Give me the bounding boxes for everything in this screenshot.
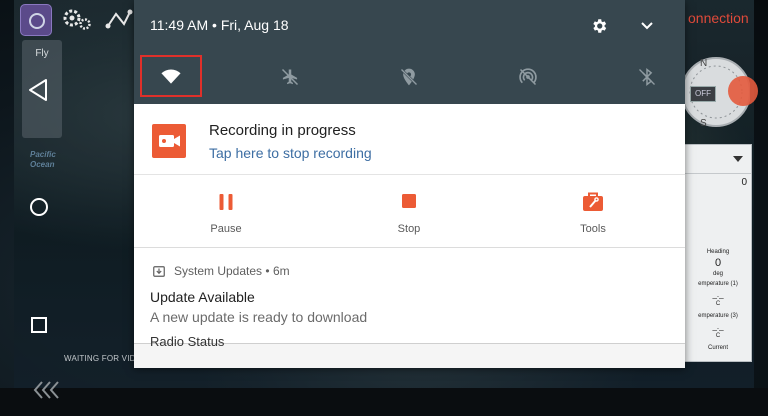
- recents-icon[interactable]: [24, 310, 54, 340]
- telemetry-top-value: 0: [741, 177, 747, 188]
- stop-label: Stop: [397, 223, 421, 235]
- recording-title: Recording in progress: [209, 122, 356, 139]
- telemetry-value: _._: [712, 322, 724, 331]
- pause-icon: [219, 194, 233, 210]
- telemetry-value: _._: [712, 290, 724, 299]
- clock-date-text: Fri, Aug 18: [220, 17, 289, 33]
- telemetry-panel: 0 Heading 0 deg emperature (1) _._ C emp…: [684, 144, 752, 362]
- clock-date[interactable]: 11:49 AM • Fri, Aug 18: [150, 17, 289, 33]
- stop-recording-link[interactable]: Tap here to stop recording: [209, 145, 372, 161]
- back-icon[interactable]: [24, 75, 54, 105]
- pause-button[interactable]: Pause: [166, 190, 286, 235]
- airplane-mode-off-icon: [281, 68, 299, 86]
- telemetry-select[interactable]: [685, 145, 751, 174]
- bluetooth-off-icon: [639, 67, 655, 87]
- system-nav-bar: [0, 0, 70, 416]
- telemetry-unit: C: [715, 301, 721, 307]
- quick-settings-header: 11:49 AM • Fri, Aug 18: [134, 0, 685, 104]
- qs-tile-hotspot[interactable]: [508, 57, 548, 97]
- stop-icon: [402, 194, 416, 208]
- home-icon[interactable]: [24, 192, 54, 222]
- compass-north-label: N: [700, 58, 708, 69]
- notification-title: Update Available: [150, 289, 255, 305]
- pause-label: Pause: [210, 223, 242, 235]
- telemetry-label: emperature (1): [698, 281, 738, 287]
- location-off-icon: [400, 68, 418, 86]
- notification-header: System Updates • 6m: [174, 264, 290, 278]
- wifi-icon: [161, 69, 181, 84]
- clock-time: 11:49 AM: [150, 17, 209, 33]
- route-plan-icon[interactable]: [104, 6, 134, 32]
- telemetry-value: 0: [714, 257, 722, 269]
- clock-separator: •: [212, 17, 217, 33]
- telemetry-unit: C: [715, 333, 721, 339]
- telemetry-label: emperature (3): [698, 313, 738, 319]
- qs-tile-location[interactable]: [389, 57, 429, 97]
- system-update-notification[interactable]: System Updates • 6m Update Available A n…: [134, 248, 685, 343]
- notification-time: 6m: [272, 264, 290, 278]
- notification-dot: •: [265, 264, 270, 278]
- video-status-text: WAITING FOR VIDE: [64, 354, 142, 363]
- telemetry-label: Heading: [706, 249, 730, 255]
- recording-notification[interactable]: Recording in progress Tap here to stop r…: [134, 104, 685, 248]
- video-camera-icon: [159, 135, 180, 147]
- compass-off-toggle[interactable]: OFF: [690, 86, 716, 102]
- map-bottom-bar: [0, 388, 768, 416]
- connection-status[interactable]: onnection: [688, 10, 749, 26]
- stop-button[interactable]: Stop: [349, 190, 469, 235]
- telemetry-unit: deg: [712, 271, 723, 277]
- system-update-icon: [153, 266, 165, 277]
- notification-shade: 11:49 AM • Fri, Aug 18 Recording in prog…: [134, 0, 685, 368]
- divider: [134, 174, 685, 175]
- record-floating-button[interactable]: [728, 76, 758, 106]
- notification-body: A new update is ready to download: [150, 309, 368, 325]
- radio-status-peek: Radio Status: [150, 334, 225, 349]
- telemetry-label: Current: [707, 345, 728, 351]
- notification-app-name: System Updates: [174, 264, 263, 278]
- tools-button[interactable]: Tools: [533, 190, 653, 235]
- qs-tile-wifi[interactable]: [151, 57, 191, 97]
- chevron-down-icon[interactable]: [640, 21, 654, 31]
- qs-tile-airplane[interactable]: [270, 57, 310, 97]
- hotspot-off-icon: [519, 68, 537, 86]
- toolbox-icon: [583, 192, 603, 211]
- tools-label: Tools: [580, 223, 606, 235]
- compass-south-label: S: [700, 118, 707, 129]
- qs-tile-bluetooth[interactable]: [627, 57, 667, 97]
- gear-icon[interactable]: [590, 17, 608, 35]
- screen-recorder-app-icon: [152, 124, 186, 158]
